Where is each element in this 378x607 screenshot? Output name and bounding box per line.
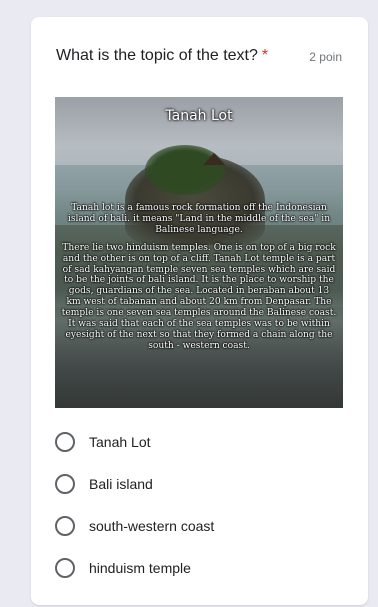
option-label: Tanah Lot bbox=[89, 434, 151, 450]
option-label: Bali island bbox=[89, 476, 153, 492]
image-text: Tanah lot is a famous rock formation off… bbox=[61, 203, 337, 359]
option-label: south-western coast bbox=[89, 518, 215, 534]
image-title: Tanah Lot bbox=[165, 108, 233, 124]
image-paragraph-2: There lie two hinduism temples. One is o… bbox=[61, 242, 337, 351]
required-asterisk: * bbox=[261, 47, 269, 64]
option-south-western-coast[interactable]: south-western coast bbox=[55, 505, 214, 547]
points-label: 2 poin bbox=[309, 50, 342, 64]
option-hinduism-temple[interactable]: hinduism temple bbox=[55, 547, 214, 589]
radio-button[interactable] bbox=[55, 432, 75, 452]
option-tanah-lot[interactable]: Tanah Lot bbox=[55, 421, 214, 463]
option-bali-island[interactable]: Bali island bbox=[55, 463, 214, 505]
question-image: Tanah Lot Tanah lot is a famous rock for… bbox=[55, 97, 343, 408]
question-text: What is the topic of the text? bbox=[56, 47, 258, 64]
image-trees bbox=[145, 145, 225, 195]
image-paragraph-1: Tanah lot is a famous rock formation off… bbox=[67, 203, 331, 235]
radio-button[interactable] bbox=[55, 474, 75, 494]
option-label: hinduism temple bbox=[89, 560, 191, 576]
question-title: What is the topic of the text? * bbox=[56, 47, 268, 65]
radio-button[interactable] bbox=[55, 558, 75, 578]
radio-button[interactable] bbox=[55, 516, 75, 536]
question-card: What is the topic of the text? * 2 poin T… bbox=[31, 17, 368, 605]
answer-options: Tanah Lot Bali island south-western coas… bbox=[55, 421, 214, 589]
